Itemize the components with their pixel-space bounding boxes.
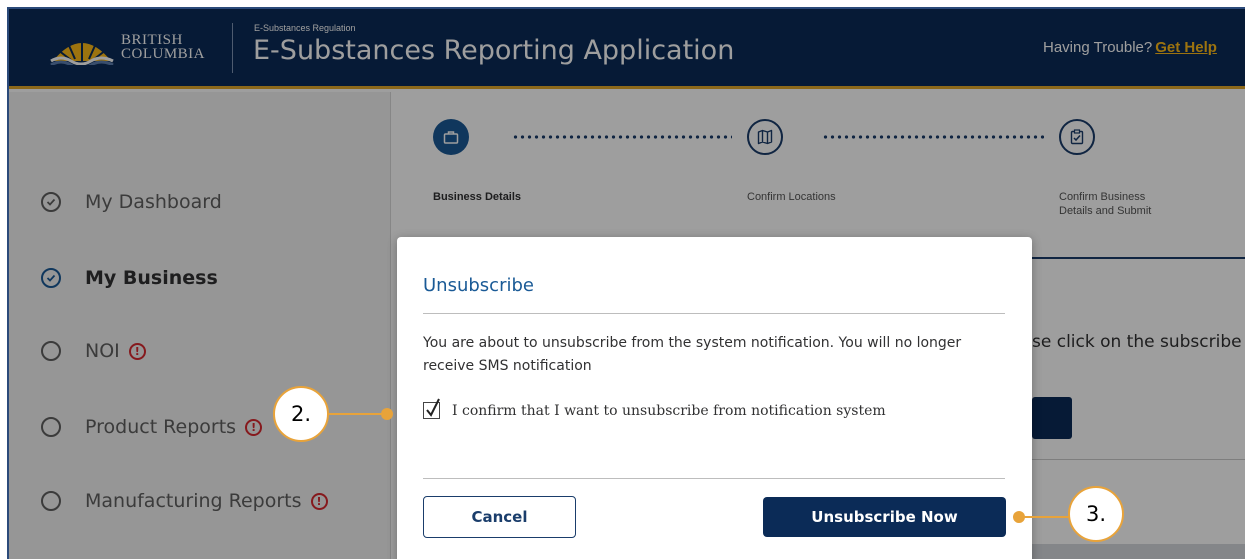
callout-3-line	[1021, 516, 1071, 518]
cancel-button[interactable]: Cancel	[423, 496, 576, 538]
callout-2-badge: 2.	[273, 386, 329, 442]
checkmark-icon	[426, 398, 440, 417]
confirm-label: I confirm that I want to unsubscribe fro…	[452, 402, 886, 419]
unsubscribe-now-button[interactable]: Unsubscribe Now	[763, 497, 1006, 537]
confirm-checkbox[interactable]	[423, 398, 440, 419]
unsubscribe-dialog: Unsubscribe You are about to unsubscribe…	[397, 237, 1032, 559]
callout-2-line	[329, 413, 386, 415]
confirm-row[interactable]: I confirm that I want to unsubscribe fro…	[423, 398, 886, 419]
callout-2-dot	[381, 408, 393, 420]
dialog-message: You are about to unsubscribe from the sy…	[423, 335, 962, 374]
dialog-divider	[423, 478, 1005, 479]
callout-3-dot	[1013, 511, 1025, 523]
callout-3-badge: 3.	[1068, 486, 1124, 542]
app-window: BRITISH COLUMBIA E-Substances Regulation…	[7, 7, 1245, 559]
dialog-title: Unsubscribe	[423, 275, 534, 296]
dialog-divider	[423, 313, 1005, 314]
